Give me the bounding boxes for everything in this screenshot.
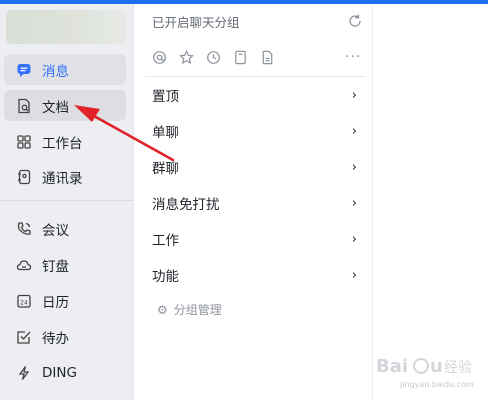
group-label: 消息免打扰 xyxy=(152,197,220,213)
chat-group-panel: 已开启聊天分组 ··· 置顶 › 单聊 › 群聊 › 消息免打扰 › 工作 › … xyxy=(135,4,373,400)
sidebar-item-label: 消息 xyxy=(42,63,69,80)
lightning-icon xyxy=(16,365,32,381)
grid-icon xyxy=(16,134,32,150)
quick-filter-bar xyxy=(152,50,275,65)
user-profile-area[interactable] xyxy=(6,10,126,44)
group-do-not-disturb[interactable]: 消息免打扰 › xyxy=(152,191,357,215)
document-icon xyxy=(16,98,32,114)
panel-title: 已开启聊天分组 xyxy=(152,15,240,30)
sidebar-item-ding[interactable]: DING xyxy=(4,357,126,388)
group-functions[interactable]: 功能 › xyxy=(152,263,357,287)
svg-text:24: 24 xyxy=(20,299,28,306)
sidebar-item-calendar[interactable]: 24 日历 xyxy=(4,285,126,316)
group-manage-button[interactable]: ⚙ 分组管理 xyxy=(157,301,222,318)
chevron-right-icon: › xyxy=(351,267,357,283)
panel-divider xyxy=(145,76,365,77)
document-icon[interactable] xyxy=(260,50,275,65)
sidebar-item-documents[interactable]: 文档 xyxy=(4,90,126,121)
contacts-icon xyxy=(16,169,32,185)
sidebar-item-label: 日历 xyxy=(42,294,69,311)
chevron-right-icon: › xyxy=(351,159,357,175)
sidebar-item-contacts[interactable]: 通讯录 xyxy=(4,161,126,192)
at-icon[interactable] xyxy=(152,50,167,65)
chat-icon xyxy=(16,62,32,78)
svg-text:经验: 经验 xyxy=(444,360,472,376)
sidebar-item-label: 会议 xyxy=(42,222,69,239)
calendar-icon: 24 xyxy=(16,293,32,309)
chevron-right-icon: › xyxy=(351,231,357,247)
group-label: 群聊 xyxy=(152,161,179,177)
chevron-right-icon: › xyxy=(351,87,357,103)
refresh-icon[interactable] xyxy=(347,13,363,29)
sidebar-item-workbench[interactable]: 工作台 xyxy=(4,126,126,157)
sidebar-item-label: 文档 xyxy=(42,99,69,116)
more-icon[interactable]: ··· xyxy=(345,49,361,65)
group-label: 置顶 xyxy=(152,89,179,105)
sidebar-item-todo[interactable]: 待办 xyxy=(4,321,126,352)
sidebar-item-label: DING xyxy=(42,364,77,381)
group-pinned[interactable]: 置顶 › xyxy=(152,83,357,107)
sidebar-item-drive[interactable]: 钉盘 xyxy=(4,249,126,280)
group-label: 单聊 xyxy=(152,125,179,141)
group-label: 工作 xyxy=(152,233,179,249)
sidebar-item-messages[interactable]: 消息 xyxy=(4,54,126,85)
svg-text:u: u xyxy=(430,356,443,377)
gear-icon: ⚙ xyxy=(157,302,168,317)
chevron-right-icon: › xyxy=(351,195,357,211)
sidebar-item-label: 工作台 xyxy=(42,135,83,152)
watermark-url: jingyan.baidu.com xyxy=(400,380,474,389)
file-icon[interactable] xyxy=(233,50,248,65)
group-group-chat[interactable]: 群聊 › xyxy=(152,155,357,179)
chevron-right-icon: › xyxy=(351,123,357,139)
star-icon[interactable] xyxy=(179,50,194,65)
checkbox-icon xyxy=(16,329,32,345)
group-manage-label: 分组管理 xyxy=(173,303,222,317)
sidebar-item-label: 钉盘 xyxy=(42,258,69,275)
group-label: 功能 xyxy=(152,269,179,285)
svg-text:Bai: Bai xyxy=(376,356,408,377)
sidebar: 消息 文档 工作台 通讯录 会议 钉盘 24 日历 待办 DING xyxy=(0,4,134,400)
chat-content-area xyxy=(374,4,488,400)
phone-icon xyxy=(16,221,32,237)
group-single-chat[interactable]: 单聊 › xyxy=(152,119,357,143)
sidebar-item-label: 通讯录 xyxy=(42,170,83,187)
cloud-icon xyxy=(16,257,32,273)
sidebar-item-meeting[interactable]: 会议 xyxy=(4,213,126,244)
sidebar-divider xyxy=(0,200,134,201)
sidebar-item-label: 待办 xyxy=(42,330,69,347)
group-work[interactable]: 工作 › xyxy=(152,227,357,251)
clock-icon[interactable] xyxy=(206,50,221,65)
